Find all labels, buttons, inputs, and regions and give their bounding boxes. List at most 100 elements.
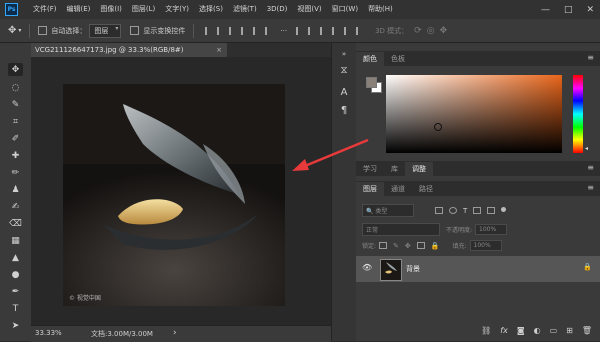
eye-icon[interactable]: 👁 — [362, 263, 372, 272]
document-tab[interactable]: VCG211126647173.jpg @ 33.3%(RGB/8#) × — [31, 43, 227, 57]
layer-style-icon[interactable]: fx — [500, 326, 508, 335]
filter-toggle-icon[interactable] — [501, 206, 507, 212]
distribute-vcenter-icon[interactable] — [308, 26, 314, 35]
tab-layers[interactable]: 图层 — [356, 182, 384, 196]
blur-tool-icon[interactable]: ▲ — [8, 251, 23, 264]
distribute-left-icon[interactable] — [332, 26, 338, 35]
status-chevron-icon[interactable]: › — [173, 328, 177, 338]
transform-controls-option[interactable]: 显示变换控件 — [130, 26, 185, 36]
healing-brush-tool-icon[interactable]: ✚ — [8, 149, 23, 162]
tab-learn[interactable]: 学习 — [356, 162, 384, 176]
new-layer-icon[interactable]: ⊞ — [566, 326, 573, 335]
paragraph-panel-icon[interactable]: ¶ — [336, 103, 352, 117]
distribute-bottom-icon[interactable] — [320, 26, 326, 35]
layer-filter-dropdown[interactable]: 🔍 类型 — [362, 204, 414, 217]
minimize-button[interactable]: — — [541, 5, 550, 15]
lock-transparent-icon[interactable] — [379, 242, 388, 249]
hue-slider[interactable] — [573, 75, 583, 153]
menu-help[interactable]: 帮助(H) — [363, 0, 398, 19]
path-selection-tool-icon[interactable]: ➤ — [8, 319, 23, 332]
menu-select[interactable]: 选择(S) — [194, 0, 228, 19]
brush-tool-icon[interactable]: ✏ — [8, 166, 23, 179]
distribute-right-icon[interactable] — [356, 26, 362, 35]
new-group-icon[interactable]: ▭ — [550, 326, 558, 335]
transform-controls-checkbox[interactable] — [130, 26, 140, 35]
filter-pixel-icon[interactable] — [435, 206, 443, 214]
link-layers-icon[interactable]: ⛓ — [481, 326, 491, 335]
align-hcenter-icon[interactable] — [217, 26, 223, 35]
trash-icon[interactable]: 🗑 — [582, 326, 592, 335]
align-left-icon[interactable] — [205, 26, 211, 35]
lock-position-icon[interactable]: ✥ — [405, 242, 411, 250]
distribute-hcenter-icon[interactable] — [344, 26, 350, 35]
eraser-tool-icon[interactable]: ⌫ — [8, 217, 23, 230]
layer-row[interactable]: 👁 背景 🔒 — [356, 256, 600, 282]
lock-image-icon[interactable]: ✎ — [393, 242, 399, 250]
collapse-panels-icon[interactable]: » — [336, 47, 352, 61]
close-button[interactable]: ✕ — [586, 5, 594, 15]
color-picker-field[interactable] — [386, 75, 562, 153]
menu-type[interactable]: 文字(Y) — [160, 0, 194, 19]
chevron-down-icon[interactable]: ▾ — [18, 27, 21, 34]
move-tool-icon[interactable]: ✥ — [8, 25, 16, 36]
move-tool-icon[interactable]: ✥ — [8, 63, 23, 76]
lock-artboard-icon[interactable] — [416, 242, 425, 249]
adjustment-layer-icon[interactable]: ◐ — [534, 326, 541, 335]
align-right-icon[interactable] — [229, 26, 235, 35]
menu-window[interactable]: 窗口(W) — [327, 0, 363, 19]
quick-select-tool-icon[interactable]: ✎ — [8, 98, 23, 111]
tab-color[interactable]: 颜色 — [356, 52, 384, 66]
hue-slider-handle-icon[interactable]: ◂ — [585, 145, 588, 152]
auto-select-option[interactable]: 自动选择： — [38, 26, 86, 36]
panel-menu-icon[interactable]: ≡ — [587, 163, 594, 172]
opacity-input[interactable]: 100% — [475, 224, 508, 235]
menu-3d[interactable]: 3D(D) — [262, 0, 293, 19]
menu-layer[interactable]: 图层(L) — [127, 0, 160, 19]
pen-tool-icon[interactable]: ✒ — [8, 285, 23, 298]
tab-adjustments[interactable]: 调整 — [405, 162, 433, 176]
fill-input[interactable]: 100% — [469, 240, 502, 251]
more-options-icon[interactable]: ··· — [280, 27, 287, 35]
foreground-color-swatch[interactable] — [366, 77, 377, 88]
distribute-top-icon[interactable] — [296, 26, 302, 35]
lasso-tool-icon[interactable]: ◌ — [8, 81, 23, 94]
align-top-icon[interactable] — [241, 26, 247, 35]
add-mask-icon[interactable]: ◙ — [517, 326, 525, 335]
tab-libraries[interactable]: 库 — [384, 162, 405, 176]
filter-smart-object-icon[interactable] — [487, 206, 496, 214]
align-bottom-icon[interactable] — [265, 26, 271, 35]
auto-select-checkbox[interactable] — [38, 26, 48, 35]
menu-filter[interactable]: 滤镜(T) — [228, 0, 262, 19]
menu-file[interactable]: 文件(F) — [28, 0, 62, 19]
type-tool-icon[interactable]: T — [8, 302, 23, 315]
maximize-button[interactable]: □ — [564, 5, 573, 15]
color-picker-cursor[interactable] — [434, 123, 442, 131]
gradient-tool-icon[interactable]: ▦ — [8, 234, 23, 247]
history-icon[interactable]: ⧖ — [336, 63, 352, 77]
character-panel-icon[interactable]: A — [336, 85, 352, 99]
zoom-level[interactable]: 33.33% — [35, 329, 62, 337]
close-icon[interactable]: × — [216, 43, 222, 57]
filter-adjustment-icon[interactable] — [449, 206, 457, 214]
filter-type-icon[interactable]: T — [463, 207, 467, 215]
eyedropper-tool-icon[interactable]: ✐ — [8, 132, 23, 145]
history-brush-tool-icon[interactable]: ✍ — [8, 200, 23, 213]
blend-mode-dropdown[interactable]: 正常 — [362, 223, 440, 236]
auto-select-dropdown[interactable]: 图层 — [89, 23, 122, 38]
lock-all-icon[interactable]: 🔒 — [431, 242, 440, 250]
tab-channels[interactable]: 通道 — [384, 182, 412, 196]
panel-menu-icon[interactable]: ≡ — [587, 53, 594, 62]
filter-shape-icon[interactable] — [473, 206, 482, 214]
clone-stamp-tool-icon[interactable]: ♟ — [8, 183, 23, 196]
document-image[interactable]: © 视觉中国 — [63, 84, 285, 306]
tab-swatches[interactable]: 色板 — [384, 52, 412, 66]
dodge-tool-icon[interactable]: ● — [8, 268, 23, 281]
menu-image[interactable]: 图像(I) — [95, 0, 127, 19]
crop-tool-icon[interactable]: ⌗ — [8, 115, 23, 128]
menu-view[interactable]: 视图(V) — [292, 0, 326, 19]
menu-edit[interactable]: 编辑(E) — [62, 0, 96, 19]
panel-menu-icon[interactable]: ≡ — [587, 183, 594, 192]
align-vcenter-icon[interactable] — [253, 26, 259, 35]
tab-paths[interactable]: 路径 — [412, 182, 440, 196]
layer-name[interactable]: 背景 — [406, 264, 420, 274]
